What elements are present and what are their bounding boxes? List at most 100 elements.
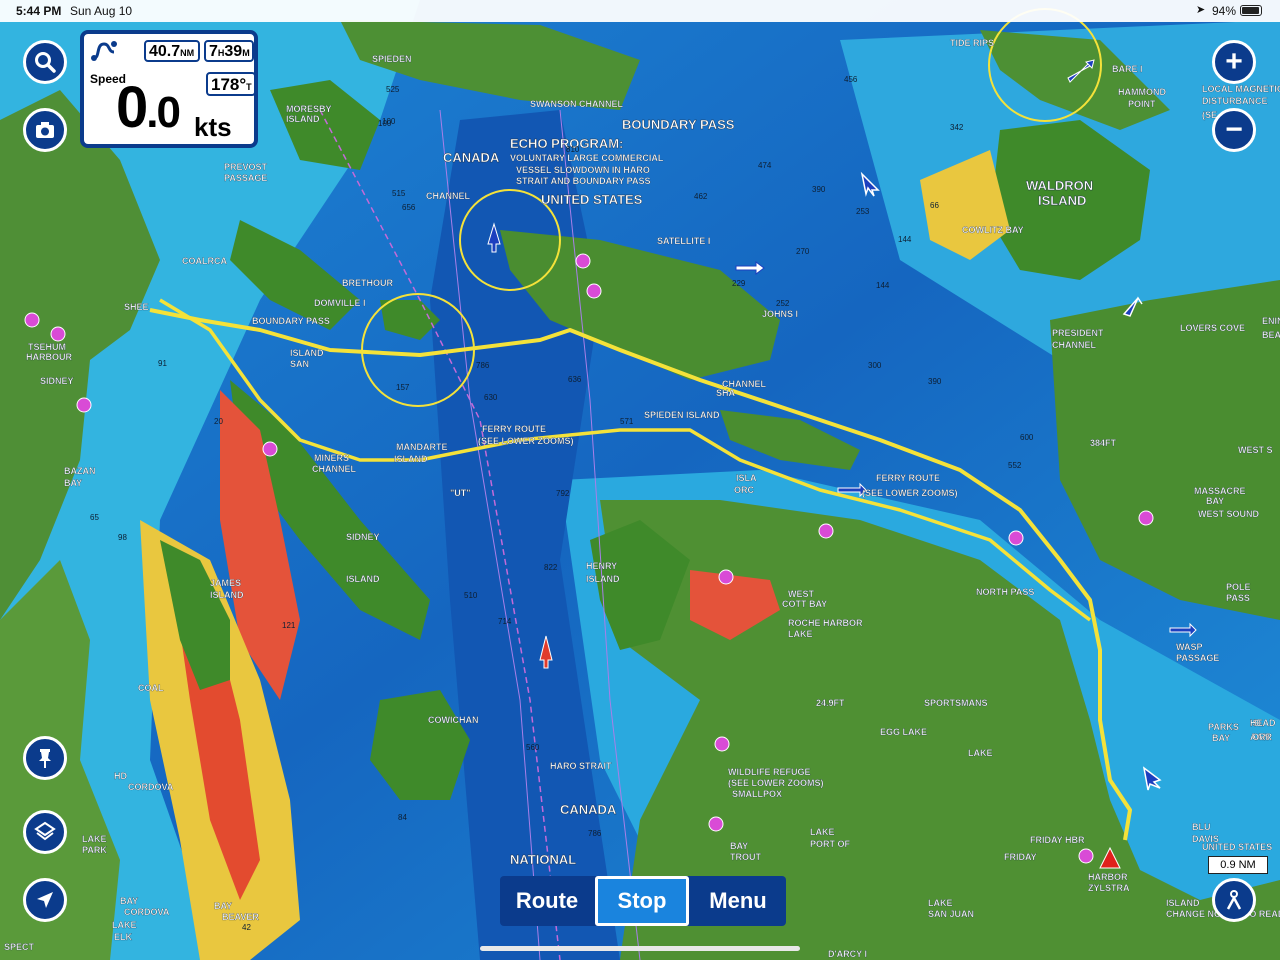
- menu-button[interactable]: Menu: [690, 876, 786, 926]
- map-label: ISLAND: [1166, 898, 1200, 908]
- map-label: WASP: [1176, 642, 1203, 652]
- map-label: MANDARTE: [396, 442, 448, 452]
- map-label: JOHNS I: [762, 309, 798, 319]
- map-label: WILDLIFE REFUGE: [728, 767, 811, 777]
- depth-sounding: 270: [796, 247, 810, 256]
- layers-button[interactable]: [23, 810, 67, 854]
- home-indicator[interactable]: [480, 946, 800, 951]
- marina-icon[interactable]: [1008, 530, 1024, 546]
- heading-unit: T: [246, 82, 252, 92]
- map-label: (SEE LOWER ZOOMS): [862, 488, 958, 498]
- map-label: ISLAND: [290, 348, 324, 358]
- map-label: ISLAND: [586, 574, 620, 584]
- map-label: UNITED STATES: [541, 192, 643, 207]
- route-nav-icon[interactable]: [90, 38, 126, 66]
- zoom-in-button[interactable]: +: [1212, 40, 1256, 84]
- map-label: FERRY ROUTE: [876, 473, 940, 483]
- marina-icon[interactable]: [262, 441, 278, 457]
- depth-sounding: 66: [930, 201, 939, 210]
- marina-icon[interactable]: [24, 312, 40, 328]
- map-label: TSEHUM: [28, 342, 66, 352]
- pin-icon: [39, 749, 51, 768]
- recenter-button[interactable]: [23, 878, 67, 922]
- depth-sounding: 792: [556, 489, 570, 498]
- depth-sounding: 822: [544, 563, 558, 572]
- route-controls-bar: Route Stop Menu: [500, 876, 786, 926]
- map-label: TROUT: [730, 852, 761, 862]
- map-label: SAN JUAN: [928, 909, 974, 919]
- marina-icon[interactable]: [718, 569, 734, 585]
- depth-sounding: 786: [588, 829, 602, 838]
- depth-sounding: 510: [464, 591, 478, 600]
- depth-sounding: 84: [398, 813, 407, 822]
- map-label: ROCHE HARBOR: [788, 618, 863, 628]
- depth-sounding: 157: [396, 383, 410, 392]
- map-label: LOVERS COVE: [1180, 323, 1245, 333]
- zoom-out-button[interactable]: −: [1212, 108, 1256, 152]
- map-label: SPORTSMANS: [924, 698, 988, 708]
- map-label: DISTURBANCE: [1202, 96, 1268, 106]
- profile-button[interactable]: [1212, 878, 1256, 922]
- location-arrow-icon: ➤: [1196, 4, 1206, 16]
- camera-button[interactable]: [23, 108, 67, 152]
- map-label: PORT OF: [810, 839, 851, 849]
- map-label: SWANSON CHANNEL: [530, 99, 624, 109]
- search-button[interactable]: [23, 40, 67, 84]
- map-label: NORTH PASS: [976, 587, 1034, 597]
- map-label: BOUNDARY PASS: [252, 316, 330, 326]
- layers-icon: [34, 821, 56, 841]
- status-date: Sun Aug 10: [70, 4, 133, 18]
- map-label: BAY: [64, 478, 82, 488]
- map-label: ISLAND: [346, 574, 380, 584]
- marina-icon[interactable]: [818, 523, 834, 539]
- map-label: BAY: [214, 901, 232, 911]
- map-label: BAY: [1206, 496, 1224, 506]
- map-label: HARO STRAIT: [550, 761, 612, 771]
- map-label: PASSAGE: [1176, 653, 1219, 663]
- depth-sounding: 229: [732, 279, 746, 288]
- nav-data-panel[interactable]: 40.7NM 7H39M 178°T Speed 0.0 kts: [80, 30, 258, 148]
- map-label: POINT: [1128, 99, 1156, 109]
- time-to-go: 7H39M: [204, 40, 254, 62]
- marina-icon[interactable]: [1078, 848, 1094, 864]
- eta-minutes-unit: M: [242, 48, 250, 58]
- map-label: SMALLPOX: [732, 789, 782, 799]
- map-label: CORDOVA: [124, 907, 170, 917]
- map-label: COWLITZ BAY: [962, 225, 1024, 235]
- ios-status-bar: 5:44 PM Sun Aug 10 ➤ 94%: [0, 0, 1280, 22]
- map-label: BAZAN: [64, 466, 96, 476]
- stop-button[interactable]: Stop: [595, 876, 689, 926]
- marina-icon[interactable]: [575, 253, 591, 269]
- marina-icon[interactable]: [1138, 510, 1154, 526]
- waypoint-pin-button[interactable]: [23, 736, 67, 780]
- map-label: LAKE: [82, 834, 107, 844]
- map-label: ISLAND: [210, 590, 244, 600]
- marina-icon[interactable]: [50, 326, 66, 342]
- marina-icon[interactable]: [714, 736, 730, 752]
- map-label: PRESIDENT: [1052, 328, 1104, 338]
- map-label: ISLAND: [1038, 193, 1086, 208]
- depth-sounding: 300: [868, 361, 882, 370]
- depth-sounding: 571: [620, 417, 634, 426]
- map-label: ISLA: [736, 473, 757, 483]
- map-label: DOMVILLE I: [314, 298, 366, 308]
- map-label: STRAIT AND BOUNDARY PASS: [516, 176, 651, 186]
- navigation-arrow-icon: [37, 892, 53, 908]
- depth-sounding: 100: [382, 117, 396, 126]
- map-label: BEA: [1262, 330, 1280, 340]
- marina-icon[interactable]: [586, 283, 602, 299]
- map-label: LAKE: [788, 629, 813, 639]
- depth-sounding: 515: [392, 189, 406, 198]
- map-label: WEST: [788, 589, 815, 599]
- map-label: LAKE: [968, 748, 993, 758]
- map-label: ISLAND: [286, 114, 320, 124]
- marina-icon[interactable]: [708, 816, 724, 832]
- map-label: BLU: [1192, 822, 1211, 832]
- map-label: FRIDAY HBR: [1030, 835, 1085, 845]
- plus-icon: +: [1225, 45, 1243, 78]
- map-label: BAY: [1212, 733, 1230, 743]
- map-label: SATELLITE I: [657, 236, 710, 246]
- depth-sounding: 144: [876, 281, 890, 290]
- route-button[interactable]: Route: [500, 876, 594, 926]
- marina-icon[interactable]: [76, 397, 92, 413]
